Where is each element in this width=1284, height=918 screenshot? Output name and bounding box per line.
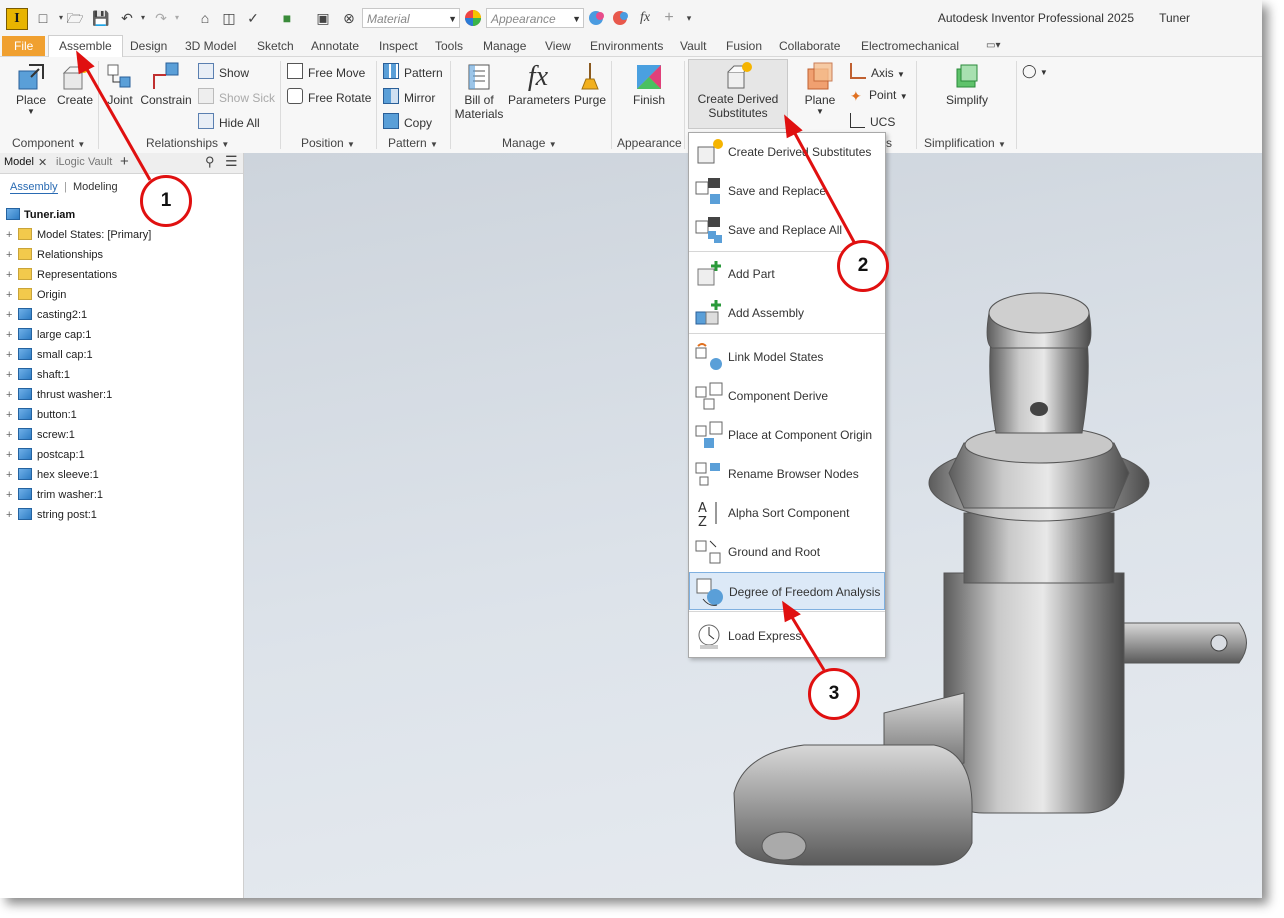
callout-2: 2 bbox=[837, 240, 889, 292]
callout-1: 1 bbox=[140, 175, 192, 227]
callout-arrow-1 bbox=[76, 50, 152, 181]
app-window: I □ ▾ 🗁 💾 ↶ ▾ ↷ ▾ ⌂ ◫ ✓ ■ ▣ ⊗ Material ▼… bbox=[0, 0, 1262, 898]
callout-arrow-3 bbox=[782, 600, 826, 671]
callout-arrow-2 bbox=[784, 114, 856, 243]
callout-3: 3 bbox=[808, 668, 860, 720]
annotation-overlay bbox=[76, 50, 856, 671]
